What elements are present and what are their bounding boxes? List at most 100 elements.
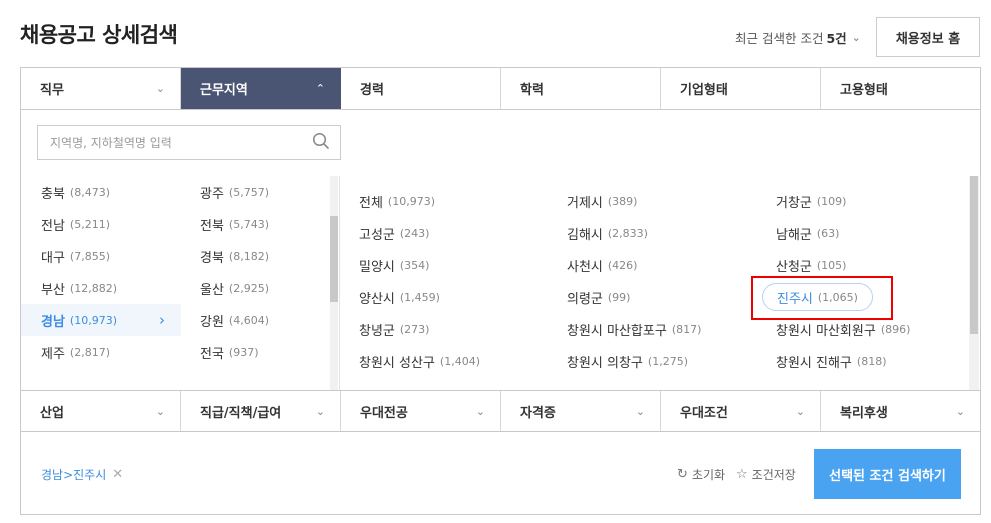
region-item[interactable]: 전국 (937) <box>200 336 259 368</box>
region-count: (5,757) <box>228 185 269 199</box>
subregion-name: 창원시 마산회원구 <box>776 323 876 339</box>
region-name: 대구 <box>41 250 65 266</box>
region-count: (937) <box>228 345 259 359</box>
tab-preferred-major[interactable]: 우대전공 ⌄ <box>341 391 501 431</box>
subregion-item[interactable]: 의령군 (99) <box>567 281 630 313</box>
tab-job[interactable]: 직무 ⌄ <box>21 68 181 109</box>
subregion-item[interactable]: 고성군 (243) <box>359 217 429 249</box>
region-item[interactable]: 전남 (5,211) <box>41 208 110 240</box>
region-item[interactable]: 제주 (2,817) <box>41 336 110 368</box>
subregion-item[interactable]: 밀양시 (354) <box>359 249 429 281</box>
subregion-name: 창원시 의창구 <box>567 355 643 371</box>
recent-searches-dropdown[interactable]: 최근 검색한 조건 5건 ⌄ <box>735 28 861 47</box>
region-item[interactable]: 전북 (5,743) <box>200 208 269 240</box>
region-count: (8,473) <box>69 185 110 199</box>
subregion-count: (105) <box>816 258 847 272</box>
tab-label: 직무 <box>40 83 64 98</box>
reset-button[interactable]: ↻ 초기화 <box>677 466 725 483</box>
subregion-count: (817) <box>671 322 702 336</box>
subregion-list-scrollbar[interactable] <box>969 176 979 390</box>
subregion-name: 거창군 <box>776 195 812 211</box>
selected-condition-chip[interactable]: 경남>진주시 ✕ <box>41 466 123 483</box>
region-count: (7,855) <box>69 249 110 263</box>
chip-label: 경남>진주시 <box>41 468 107 482</box>
subregion-item[interactable]: 사천시 (426) <box>567 249 637 281</box>
tab-work-region[interactable]: 근무지역 ⌃ <box>181 68 341 109</box>
subregion-name: 밀양시 <box>359 259 395 275</box>
subregion-count: (99) <box>607 290 631 304</box>
region-name: 경남 <box>41 314 65 330</box>
tab-industry[interactable]: 산업 ⌄ <box>21 391 181 431</box>
tab-education[interactable]: 학력 <box>501 68 661 109</box>
subregion-item[interactable]: 양산시 (1,459) <box>359 281 440 313</box>
chevron-down-icon: ⌄ <box>795 404 805 418</box>
region-count: (4,604) <box>228 313 269 327</box>
chevron-right-icon: › <box>159 311 165 329</box>
chevron-down-icon: ⌄ <box>851 31 861 44</box>
subregion-name: 산청군 <box>776 259 812 275</box>
search-submit-button[interactable]: 선택된 조건 검색하기 <box>814 449 961 499</box>
chevron-down-icon: ⌄ <box>155 82 165 95</box>
tab-welfare[interactable]: 복리후생 ⌄ <box>821 391 980 431</box>
region-item[interactable]: 부산 (12,882) <box>41 272 117 304</box>
tab-company-type[interactable]: 기업형태 <box>661 68 821 109</box>
tab-career[interactable]: 경력 <box>341 68 501 109</box>
region-name: 전남 <box>41 218 65 234</box>
region-item[interactable]: 강원 (4,604) <box>200 304 269 336</box>
subregion-item[interactable]: 거창군 (109) <box>776 185 846 217</box>
subregion-name: 거제시 <box>567 195 603 211</box>
region-item[interactable]: 울산 (2,925) <box>200 272 269 304</box>
region-search-input[interactable] <box>50 135 312 150</box>
subregion-count: (389) <box>607 194 638 208</box>
region-name: 강원 <box>200 314 224 330</box>
region-name: 경북 <box>200 250 224 266</box>
page-title: 채용공고 상세검색 <box>20 23 178 47</box>
subregion-name: 김해시 <box>567 227 603 243</box>
subregion-item[interactable]: 창원시 의창구 (1,275) <box>567 345 688 377</box>
tab-certificate[interactable]: 자격증 ⌄ <box>501 391 661 431</box>
scrollbar-thumb[interactable] <box>330 216 338 302</box>
region-item[interactable]: 경북 (8,182) <box>200 240 269 272</box>
close-icon[interactable]: ✕ <box>112 467 123 482</box>
filter-tabs-bottom: 산업 ⌄ 직급/직책/급여 ⌄ 우대전공 ⌄ 자격증 ⌄ 우대조건 ⌄ 복리후생… <box>21 390 980 432</box>
chevron-down-icon: ⌄ <box>475 404 485 418</box>
chevron-down-icon: ⌄ <box>955 404 965 418</box>
region-item[interactable]: 광주 (5,757) <box>200 176 269 208</box>
subregion-item[interactable]: 거제시 (389) <box>567 185 637 217</box>
job-info-home-button[interactable]: 채용정보 홈 <box>876 17 980 57</box>
subregion-item[interactable]: 전체 (10,973) <box>359 185 435 217</box>
highlight-box <box>751 276 893 320</box>
scrollbar-thumb[interactable] <box>970 176 978 334</box>
subregion-name: 창원시 진해구 <box>776 355 852 371</box>
chevron-up-icon: ⌃ <box>315 82 325 95</box>
subregion-count: (243) <box>399 226 430 240</box>
subregion-item[interactable]: 남해군 (63) <box>776 217 839 249</box>
save-condition-button[interactable]: ☆ 조건저장 <box>736 466 796 483</box>
subregion-count: (1,275) <box>647 354 688 368</box>
subregion-count: (2,833) <box>607 226 648 240</box>
region-list-scrollbar[interactable] <box>330 176 338 390</box>
divider <box>339 176 340 390</box>
subregion-item[interactable]: 창원시 진해구 (818) <box>776 345 887 377</box>
region-item[interactable]: 충북 (8,473) <box>41 176 110 208</box>
subregion-item[interactable]: 창원시 마산합포구 (817) <box>567 313 701 345</box>
subregion-name: 창원시 성산구 <box>359 355 435 371</box>
tab-position-salary[interactable]: 직급/직책/급여 ⌄ <box>181 391 341 431</box>
chevron-down-icon: ⌄ <box>635 404 645 418</box>
region-item-selected[interactable]: 경남 (10,973) › <box>21 304 181 336</box>
subregion-item[interactable]: 김해시 (2,833) <box>567 217 648 249</box>
subregion-item[interactable]: 창원시 성산구 (1,404) <box>359 345 480 377</box>
region-count: (10,973) <box>69 313 117 327</box>
tab-employment-type[interactable]: 고용형태 <box>821 68 980 109</box>
subregion-item[interactable]: 창녕군 (273) <box>359 313 429 345</box>
subregion-name: 사천시 <box>567 259 603 275</box>
tab-preferred-conditions[interactable]: 우대조건 ⌄ <box>661 391 821 431</box>
search-icon[interactable] <box>312 132 330 154</box>
tab-label: 직급/직책/급여 <box>200 405 282 421</box>
region-item[interactable]: 대구 (7,855) <box>41 240 110 272</box>
tab-label: 경력 <box>360 83 384 98</box>
subregion-count: (354) <box>399 258 430 272</box>
tab-label: 우대전공 <box>360 405 408 421</box>
region-search-box <box>37 125 341 160</box>
subregion-name: 전체 <box>359 195 383 211</box>
